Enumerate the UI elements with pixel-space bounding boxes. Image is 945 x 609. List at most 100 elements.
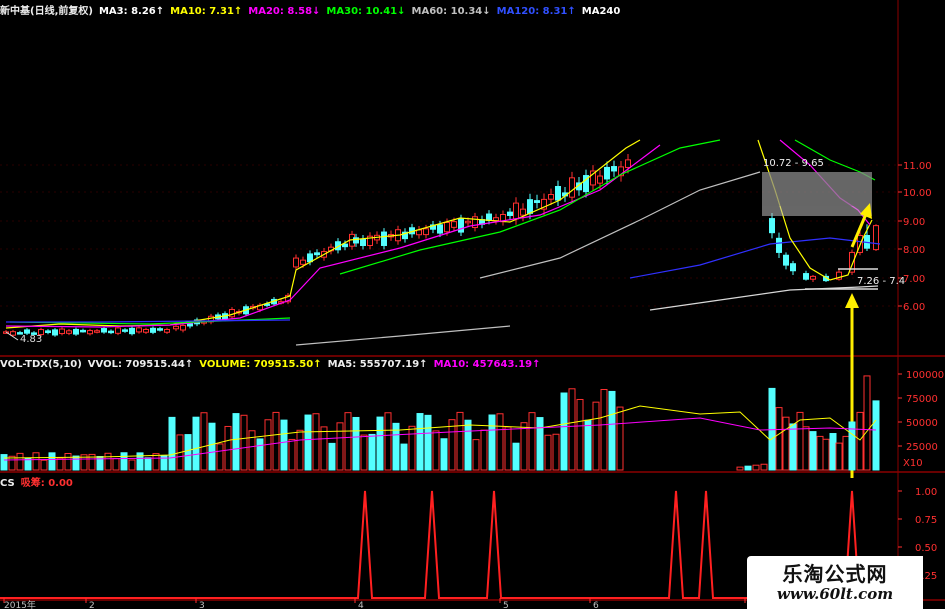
- candle-down[interactable]: [353, 237, 359, 244]
- candle-up[interactable]: [873, 225, 879, 251]
- volume-bar-up[interactable]: [544, 434, 552, 471]
- volume-bar-up[interactable]: [288, 438, 296, 471]
- volume-bar-up[interactable]: [200, 412, 208, 471]
- candle-down[interactable]: [527, 199, 533, 214]
- candle-up[interactable]: [520, 208, 526, 216]
- volume-bar-up[interactable]: [216, 443, 224, 471]
- volume-bar-down[interactable]: [120, 452, 128, 471]
- candle-down[interactable]: [157, 328, 163, 331]
- volume-bar-up[interactable]: [128, 459, 136, 471]
- volume-bar-up[interactable]: [16, 452, 24, 471]
- candle-down[interactable]: [187, 323, 193, 327]
- candle-up[interactable]: [513, 202, 519, 220]
- candle-down[interactable]: [776, 237, 782, 253]
- volume-bar-up[interactable]: [408, 425, 416, 471]
- volume-bar-up[interactable]: [616, 406, 624, 471]
- volume-bar-down[interactable]: [464, 419, 472, 471]
- volume-bar-down[interactable]: [536, 417, 544, 471]
- candle-down[interactable]: [486, 213, 492, 221]
- candle-down[interactable]: [129, 327, 135, 335]
- volume-bar-up[interactable]: [480, 429, 488, 471]
- candle-down[interactable]: [507, 211, 513, 216]
- candlestick-chart[interactable]: 11.00 10.00 9.00 8.00 7.00 6.00 100000 75000 500…: [0, 0, 945, 609]
- candle-down[interactable]: [790, 263, 796, 272]
- volume-bar-up[interactable]: [344, 412, 352, 471]
- volume-bar-up[interactable]: [856, 411, 864, 471]
- volume-bar-up[interactable]: [835, 442, 843, 471]
- volume-bar-down[interactable]: [232, 413, 240, 471]
- volume-bar-down[interactable]: [192, 416, 200, 471]
- volume-bar-down[interactable]: [829, 433, 837, 471]
- volume-bar-up[interactable]: [32, 452, 40, 471]
- volume-bar-down[interactable]: [416, 413, 424, 471]
- volume-bar-up[interactable]: [360, 434, 368, 471]
- candle-up[interactable]: [173, 325, 179, 330]
- volume-bar-down[interactable]: [608, 390, 616, 471]
- candle-up[interactable]: [66, 330, 72, 334]
- candle-down[interactable]: [45, 330, 51, 334]
- candle-down[interactable]: [342, 243, 348, 248]
- candle-up[interactable]: [94, 330, 100, 333]
- candle-down[interactable]: [604, 166, 610, 180]
- volume-bar-up[interactable]: [782, 416, 790, 471]
- candle-up[interactable]: [87, 330, 93, 335]
- volume-bar-down[interactable]: [72, 455, 80, 471]
- volume-bar-up[interactable]: [760, 463, 768, 471]
- volume-bar-up[interactable]: [432, 430, 440, 471]
- candle-up[interactable]: [229, 309, 235, 318]
- volume-bar-up[interactable]: [752, 464, 760, 471]
- candle-up[interactable]: [625, 159, 631, 168]
- volume-bar-up[interactable]: [520, 422, 528, 471]
- volume-bar-down[interactable]: [48, 452, 56, 471]
- candle-down[interactable]: [381, 231, 387, 246]
- volume-bar-down[interactable]: [560, 392, 568, 471]
- volume-bar-down[interactable]: [280, 419, 288, 471]
- candle-down[interactable]: [307, 253, 313, 263]
- candle-down[interactable]: [122, 329, 128, 332]
- volume-bar-up[interactable]: [224, 425, 232, 471]
- candle-up[interactable]: [548, 194, 554, 200]
- candle-up[interactable]: [423, 228, 429, 236]
- volume-bar-up[interactable]: [822, 438, 830, 471]
- candle-up[interactable]: [444, 221, 450, 233]
- candle-down[interactable]: [108, 330, 114, 334]
- candle-up[interactable]: [180, 324, 186, 331]
- candle-up[interactable]: [465, 220, 471, 224]
- volume-bar-up[interactable]: [568, 388, 576, 471]
- candle-down[interactable]: [24, 329, 30, 334]
- volume-bar-down[interactable]: [512, 442, 520, 471]
- volume-bar-up[interactable]: [592, 401, 600, 471]
- volume-bar-up[interactable]: [528, 412, 536, 471]
- volume-bar-up[interactable]: [104, 452, 112, 471]
- volume-bar-down[interactable]: [184, 434, 192, 471]
- candle-up[interactable]: [300, 259, 306, 265]
- volume-bar-down[interactable]: [789, 423, 797, 471]
- volume-bar-up[interactable]: [775, 407, 783, 471]
- candle-up[interactable]: [143, 328, 149, 333]
- volume-bar-up[interactable]: [496, 413, 504, 471]
- candle-up[interactable]: [164, 328, 170, 333]
- candle-down[interactable]: [534, 200, 540, 203]
- volume-bar-down[interactable]: [208, 422, 216, 471]
- candle-up[interactable]: [597, 175, 603, 184]
- volume-bar-down[interactable]: [256, 438, 264, 471]
- volume-bar-up[interactable]: [802, 426, 810, 471]
- volume-bar-up[interactable]: [64, 453, 72, 471]
- volume-bar-up[interactable]: [863, 375, 871, 471]
- candle-up[interactable]: [115, 327, 121, 334]
- volume-bar-up[interactable]: [272, 411, 280, 471]
- volume-bar-down[interactable]: [0, 454, 8, 471]
- candle-down[interactable]: [783, 254, 789, 266]
- volume-bar-up[interactable]: [40, 459, 48, 471]
- volume-bar-up[interactable]: [336, 422, 344, 471]
- candle-down[interactable]: [437, 224, 443, 234]
- volume-bar-up[interactable]: [240, 414, 248, 471]
- volume-bar-up[interactable]: [842, 435, 850, 471]
- volume-bar-up[interactable]: [248, 430, 256, 471]
- volume-bar-up[interactable]: [112, 458, 120, 471]
- volume-bar-down[interactable]: [144, 457, 152, 471]
- volume-bar-down[interactable]: [168, 416, 176, 471]
- volume-bar-up[interactable]: [456, 411, 464, 471]
- volume-bar-down[interactable]: [744, 465, 752, 471]
- candle-up[interactable]: [569, 177, 575, 198]
